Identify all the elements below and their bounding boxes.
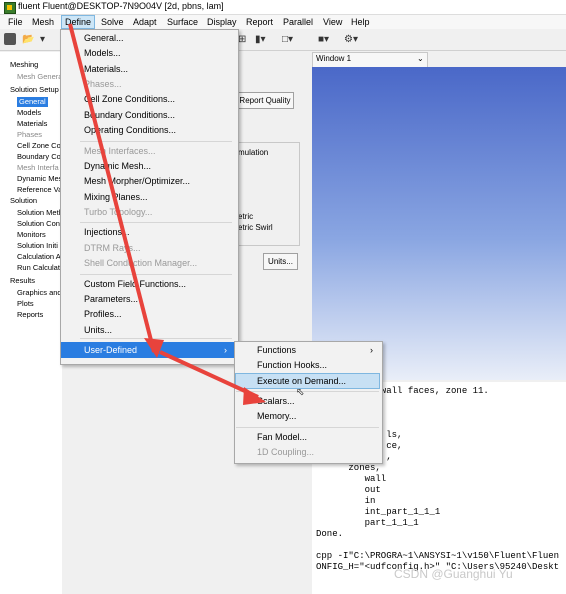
console-line: zones, [316, 463, 381, 473]
tree-item-solution-meth[interactable]: Solution Meth [17, 208, 63, 218]
udf-menu-1d-coupling: 1D Coupling... [257, 447, 315, 457]
udf-menu-functions[interactable]: Functions [257, 345, 296, 355]
menu-help[interactable]: Help [348, 16, 373, 28]
tree-item-cell-zone-co[interactable]: Cell Zone Co [17, 141, 61, 151]
chevron-down-icon[interactable]: ⌄ [417, 54, 424, 63]
display-mode-icon[interactable]: ■▾ [318, 33, 329, 46]
define-menu-materials[interactable]: Materials... [84, 64, 128, 74]
tree-item-results[interactable]: Results [10, 276, 35, 286]
zoom-fit-icon[interactable]: ⊞ [238, 33, 246, 46]
console-line: part_1_1_1 [316, 518, 419, 528]
menu-display[interactable]: Display [204, 16, 240, 28]
menu-file[interactable]: File [5, 16, 26, 28]
graphics-viewport[interactable] [312, 67, 566, 380]
watermark: CSDN @Guanghui Yu [394, 567, 513, 581]
menu-solve[interactable]: Solve [98, 16, 127, 28]
define-menu-shell-conduction-manager: Shell Conduction Manager... [84, 258, 198, 268]
tree-item-materials[interactable]: Materials [17, 119, 47, 129]
tree-item-phases[interactable]: Phases [17, 130, 42, 140]
menu-parallel[interactable]: Parallel [280, 16, 316, 28]
console-line: in [316, 496, 376, 506]
tree-item-calculation-a[interactable]: Calculation A [17, 252, 61, 262]
report-quality-button[interactable]: Report Quality [236, 92, 294, 109]
tree-item-mesh-genera[interactable]: Mesh Genera [17, 72, 62, 82]
define-menu-operating-conditions[interactable]: Operating Conditions... [84, 125, 176, 135]
functions-submenu-arrow-icon: › [370, 345, 373, 355]
submenu-separator [236, 391, 379, 392]
define-menu-custom-field-functions[interactable]: Custom Field Functions... [84, 279, 186, 289]
menu-define[interactable]: Define [61, 15, 96, 29]
tree-item-plots[interactable]: Plots [17, 299, 34, 309]
title-bar: fluent Fluent@DESKTOP-7N9O04V [2d, pbns,… [0, 0, 566, 15]
define-menu-parameters[interactable]: Parameters... [84, 294, 138, 304]
udf-menu-fan-model[interactable]: Fan Model... [257, 432, 307, 442]
console-line: Done. [316, 529, 344, 539]
view-options-icon[interactable]: ▮▾ [255, 33, 266, 46]
tree-item-general[interactable]: General [17, 97, 48, 107]
console-line: cpp -I"C:\PROGRA~1\ANSYSI~1\v150\Fluent\… [316, 551, 560, 561]
tree-item-dynamic-mes[interactable]: Dynamic Mes [17, 174, 62, 184]
tree-item-models[interactable]: Models [17, 108, 41, 118]
menu-bar: File Mesh Define Solve Adapt Surface Dis… [0, 15, 566, 29]
menu-separator [80, 141, 232, 142]
menu-view[interactable]: View [320, 16, 345, 28]
define-menu-dynamic-mesh[interactable]: Dynamic Mesh... [84, 161, 151, 171]
menu-report[interactable]: Report [243, 16, 276, 28]
new-case-icon[interactable] [4, 33, 16, 45]
graphics-window-label: Window 1 [316, 54, 352, 63]
define-menu-dtrm-rays: DTRM Rays... [84, 243, 141, 253]
units-button[interactable]: Units... [263, 253, 298, 270]
define-menu-boundary-conditions[interactable]: Boundary Conditions... [84, 110, 175, 120]
define-menu-models[interactable]: Models... [84, 48, 121, 58]
define-menu-general[interactable]: General... [84, 33, 124, 43]
menu-separator [80, 338, 232, 339]
mouse-cursor-icon: ⬁ [296, 387, 305, 398]
define-menu-mixing-planes[interactable]: Mixing Planes... [84, 192, 148, 202]
window-title: fluent Fluent@DESKTOP-7N9O04V [2d, pbns,… [18, 1, 224, 11]
console-line: out [316, 485, 381, 495]
tree-item-monitors[interactable]: Monitors [17, 230, 46, 240]
tree-item-boundary-co[interactable]: Boundary Co [17, 152, 61, 162]
settings-gear-icon[interactable]: ⚙▾ [344, 33, 358, 46]
axisymmetric-swirl-label: etric Swirl [238, 223, 273, 232]
tree-item-mesh-interfa[interactable]: Mesh Interfa [17, 163, 59, 173]
tree-item-solution-initi[interactable]: Solution Initi [17, 241, 58, 251]
toolbar-dropdown-icon[interactable]: ▾ [40, 33, 45, 46]
fluent-app-icon [4, 2, 16, 14]
define-menu-turbo-topology: Turbo Topology... [84, 207, 153, 217]
udf-menu-function-hooks[interactable]: Function Hooks... [257, 360, 327, 370]
tree-item-meshing[interactable]: Meshing [10, 60, 38, 70]
frame-icon[interactable]: □▾ [282, 33, 293, 46]
open-folder-icon[interactable]: 📂 [22, 33, 34, 46]
submenu-arrow-icon: › [224, 345, 227, 355]
tree-item-solution[interactable]: Solution [10, 196, 37, 206]
menu-surface[interactable]: Surface [164, 16, 201, 28]
solver-time-label: mulation [238, 148, 269, 157]
tree-item-solution-setup[interactable]: Solution Setup [10, 85, 59, 95]
define-menu-phases: Phases... [84, 79, 122, 89]
tree-item-reference-va[interactable]: Reference Va [17, 185, 62, 195]
udf-menu-scalars[interactable]: Scalars... [257, 396, 295, 406]
define-menu-units[interactable]: Units... [84, 325, 112, 335]
tree-item-graphics-and[interactable]: Graphics and [17, 288, 62, 298]
tree-item-run-calculati[interactable]: Run Calculati [17, 263, 62, 273]
udf-menu-memory[interactable]: Memory... [257, 411, 296, 421]
udf-menu-execute-on-demand[interactable]: Execute on Demand... [257, 376, 346, 386]
tree-item-reports[interactable]: Reports [17, 310, 43, 320]
menu-separator [80, 222, 232, 223]
axisymmetric-label: etric [238, 212, 254, 221]
menu-adapt[interactable]: Adapt [130, 16, 160, 28]
define-menu-mesh-interfaces: Mesh Interfaces... [84, 146, 156, 156]
define-menu-cell-zone-conditions[interactable]: Cell Zone Conditions... [84, 94, 175, 104]
tree-item-solution-con[interactable]: Solution Con [17, 219, 60, 229]
define-menu-user-defined[interactable]: User-Defined [84, 345, 137, 355]
define-menu-mesh-morpher-optimizer[interactable]: Mesh Morpher/Optimizer... [84, 176, 190, 186]
console-line: wall [316, 474, 387, 484]
console-line: int_part_1_1_1 [316, 507, 441, 517]
define-menu-injections[interactable]: Injections... [84, 227, 130, 237]
submenu-separator [236, 427, 379, 428]
menu-separator [80, 274, 232, 275]
define-menu-profiles[interactable]: Profiles... [84, 309, 122, 319]
menu-mesh[interactable]: Mesh [29, 16, 57, 28]
